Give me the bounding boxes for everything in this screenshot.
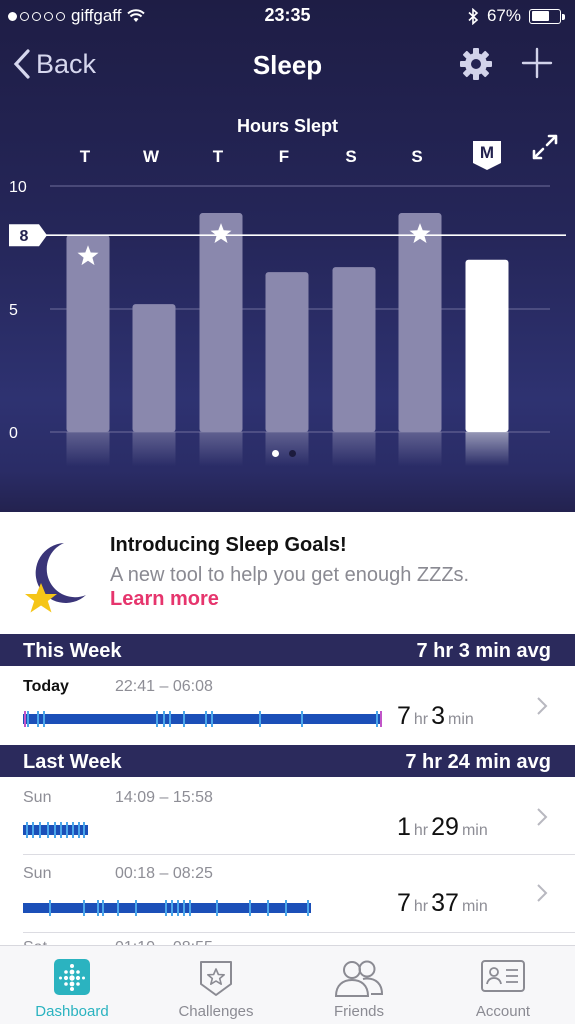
sleep-pattern-bar — [23, 711, 382, 727]
goal-label: 8 — [20, 228, 29, 245]
bar-reflection — [332, 432, 376, 466]
sleep-bar-chart: 10 5 0 T W T F S S M 8 — [9, 141, 566, 466]
duration-hours: 7 — [397, 889, 411, 917]
tab-label: Dashboard — [35, 1003, 109, 1020]
bar-reflection — [398, 432, 442, 466]
nav-bar: Back Sleep — [0, 40, 575, 90]
y-tick-label: 0 — [9, 425, 18, 442]
section-average: 7 hr 3 min avg — [416, 640, 552, 662]
sleep-bar — [465, 259, 509, 432]
bar-reflection — [66, 432, 110, 466]
section-label: This Week — [23, 640, 122, 662]
log-day: Sun — [23, 865, 52, 882]
sleep-log-row[interactable]: Today 22:41 – 06:08 7 hr 3 min — [0, 666, 575, 744]
learn-more-link[interactable]: Learn more — [110, 588, 219, 611]
log-time-range: 14:09 – 15:58 — [115, 789, 213, 806]
sleep-bar — [398, 213, 442, 432]
bar-reflection — [265, 432, 309, 466]
day-label: F — [279, 147, 289, 166]
tab-account[interactable]: Account — [431, 946, 575, 1024]
tab-label: Account — [475, 1003, 531, 1020]
y-tick-label: 10 — [9, 179, 27, 196]
day-label: T — [80, 147, 91, 166]
duration-hr-unit: hr — [413, 898, 429, 915]
log-duration: 7 hr 37 min — [397, 889, 491, 918]
moon-star-icon — [25, 543, 86, 613]
bar-reflection — [465, 432, 509, 466]
duration-hr-unit: hr — [413, 711, 429, 728]
friends-icon — [334, 960, 384, 997]
chevron-right-icon — [537, 884, 548, 902]
log-duration: 7 hr 3 min — [397, 702, 477, 731]
sleep-bar — [265, 272, 309, 432]
expand-chart-button[interactable] — [530, 132, 560, 167]
day-label: M — [480, 143, 494, 162]
day-label: W — [143, 147, 160, 166]
duration-minutes: 3 — [431, 702, 446, 730]
page-dot-1[interactable] — [272, 450, 279, 457]
sleep-header-area: giffgaff 23:35 67% Back Sleep Hours Slep… — [0, 0, 575, 512]
sleep-bar — [332, 267, 376, 432]
sleep-log-row[interactable]: Sun 00:18 – 08:25 7 hr 37 min — [0, 855, 575, 932]
section-label: Last Week — [23, 751, 122, 773]
log-time-range: 00:18 – 08:25 — [115, 865, 213, 882]
promo-subtitle: A new tool to help you get enough ZZZs. — [110, 564, 470, 586]
tab-friends[interactable]: Friends — [287, 946, 431, 1024]
y-tick-label: 5 — [9, 302, 18, 319]
plus-icon — [521, 47, 553, 79]
tab-challenges[interactable]: Challenges — [144, 946, 288, 1024]
gear-icon — [460, 48, 492, 80]
duration-hours: 7 — [397, 702, 411, 730]
status-right: 67% — [468, 6, 565, 26]
log-day: Sun — [23, 789, 52, 806]
bar-reflection — [132, 432, 176, 466]
bar-reflection — [199, 432, 243, 466]
log-day: Today — [23, 678, 69, 695]
section-average: 7 hr 24 min avg — [405, 751, 551, 773]
duration-hours: 1 — [397, 813, 411, 841]
day-label: S — [411, 147, 422, 166]
duration-hr-unit: hr — [413, 822, 429, 839]
expand-icon — [532, 134, 558, 160]
chevron-right-icon — [537, 808, 548, 826]
battery-percent: 67% — [486, 6, 521, 25]
add-button[interactable] — [520, 46, 554, 85]
log-duration: 1 hr 29 min — [397, 813, 491, 842]
page-dot-2[interactable] — [289, 450, 296, 457]
battery-icon — [529, 8, 565, 24]
dashboard-icon — [54, 959, 90, 995]
sleep-bar — [66, 235, 110, 432]
sleep-goals-promo: Introducing Sleep Goals! A new tool to h… — [0, 513, 575, 633]
duration-minutes: 29 — [431, 813, 459, 841]
promo-title: Introducing Sleep Goals! — [110, 534, 347, 556]
status-bar: giffgaff 23:35 67% — [0, 0, 575, 34]
sleep-log-row[interactable]: Sun 14:09 – 15:58 1 hr 29 min — [0, 777, 575, 854]
tab-label: Challenges — [178, 1003, 254, 1020]
tab-bar: Dashboard Challenges Friends Account — [0, 945, 575, 1024]
hours-slept-chart: Hours Slept 10 5 0 T W T F S S M 8 — [0, 108, 575, 480]
challenges-icon — [200, 961, 232, 996]
log-time-range: 22:41 – 06:08 — [115, 678, 213, 695]
last-week-header: Last Week 7 hr 24 min avg — [0, 745, 575, 777]
this-week-header: This Week 7 hr 3 min avg — [0, 634, 575, 666]
sleep-bar — [199, 213, 243, 432]
account-icon — [481, 960, 525, 992]
chart-page-indicator[interactable] — [272, 450, 296, 457]
duration-min-unit: min — [448, 711, 474, 728]
sleep-bar — [132, 304, 176, 432]
duration-min-unit: min — [461, 822, 488, 839]
sleep-pattern-bar — [23, 822, 88, 838]
sleep-pattern-bar — [23, 900, 311, 916]
chevron-right-icon — [537, 697, 548, 715]
tab-dashboard[interactable]: Dashboard — [0, 946, 144, 1024]
duration-min-unit: min — [461, 898, 488, 915]
settings-button[interactable] — [458, 46, 494, 87]
bluetooth-icon — [468, 7, 479, 25]
tab-label: Friends — [333, 1003, 385, 1020]
day-label: S — [345, 147, 356, 166]
day-label: T — [213, 147, 224, 166]
duration-minutes: 37 — [431, 889, 459, 917]
